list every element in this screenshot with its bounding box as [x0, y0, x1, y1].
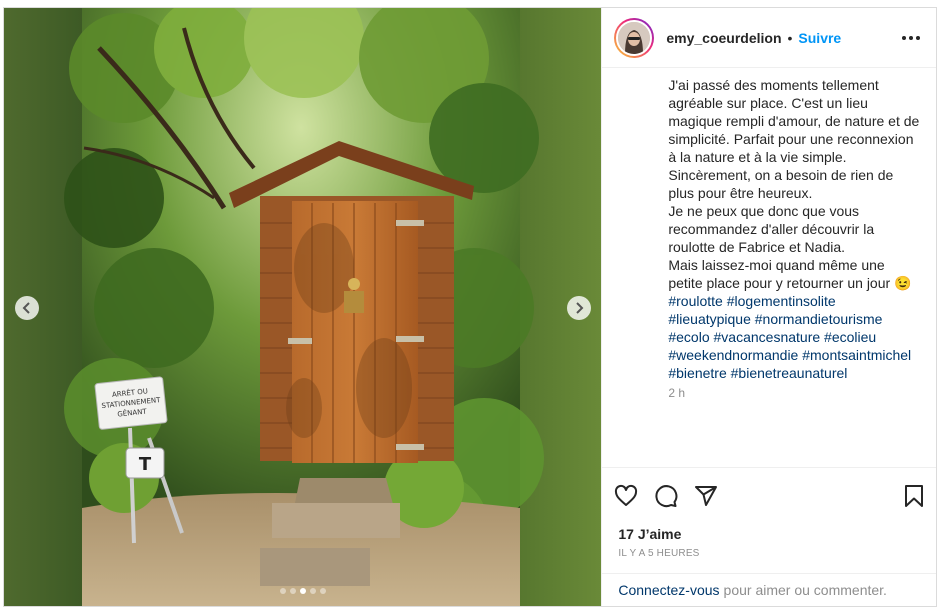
post-actions: 17 J’aime IL Y A 5 HEURES: [602, 467, 936, 559]
like-button[interactable]: [614, 476, 654, 516]
carousel-dot: [319, 588, 326, 594]
post-header: emy_coeurdelion • Suivre: [602, 8, 936, 68]
chevron-left-icon: [22, 302, 30, 314]
avatar-image: [616, 19, 653, 56]
save-button[interactable]: [884, 476, 924, 516]
carousel-indicator: [4, 588, 601, 594]
hashtag-link[interactable]: #normandietourisme: [755, 311, 883, 327]
paper-plane-icon: [695, 486, 718, 506]
chevron-right-icon: [576, 302, 584, 314]
post-side-panel: emy_coeurdelion • Suivre J'ai passé des …: [601, 8, 936, 606]
more-horizontal-icon: [902, 35, 906, 40]
action-bar: [614, 476, 924, 516]
post-photo: ARRÊT OU STATIONNEMENT GÊNANT T: [4, 8, 602, 606]
hashtag-link[interactable]: #vacancesnature: [714, 329, 821, 345]
post-dialog: ARRÊT OU STATIONNEMENT GÊNANT T emy_coeu…: [3, 7, 937, 607]
post-media: ARRÊT OU STATIONNEMENT GÊNANT T: [4, 8, 602, 606]
comment-icon: [655, 485, 678, 508]
carousel-dot: [279, 588, 286, 594]
caption-area: J'ai passé des moments tellement agréabl…: [602, 68, 936, 467]
hashtag-link[interactable]: #montsaintmichel: [802, 347, 911, 363]
hashtag-link[interactable]: #lieuatypique: [668, 311, 751, 327]
more-options-button[interactable]: [900, 30, 922, 46]
carousel-dot: [289, 588, 296, 594]
carousel-dot: [299, 588, 306, 594]
heart-icon: [615, 484, 638, 506]
hashtag-link[interactable]: #roulotte: [668, 293, 722, 309]
hashtag-link[interactable]: #bienetre: [668, 365, 726, 381]
caption-paragraph-2: Je ne peux que donc que vous recommandez…: [668, 203, 912, 291]
caption-paragraph-1: J'ai passé des moments tellement agréabl…: [668, 77, 924, 201]
login-prompt: Connectez-vous pour aimer ou commenter.: [602, 573, 936, 606]
bookmark-icon: [905, 485, 923, 507]
next-photo-button[interactable]: [567, 296, 591, 320]
like-count[interactable]: 17 J’aime: [614, 526, 924, 542]
username[interactable]: emy_coeurdelion: [666, 30, 781, 46]
hashtag-link[interactable]: #weekendnormandie: [668, 347, 798, 363]
comment-button[interactable]: [654, 476, 694, 516]
follow-button[interactable]: Suivre: [798, 30, 841, 46]
avatar[interactable]: [614, 17, 655, 58]
hashtag-list: #roulotte #logementinsolite #lieuatypiqu…: [668, 292, 920, 382]
login-link[interactable]: Connectez-vous: [618, 582, 719, 598]
stool-letter: T: [139, 454, 152, 475]
carousel-dot: [309, 588, 316, 594]
separator-dot: •: [787, 29, 793, 46]
login-prompt-text: pour aimer ou commenter.: [723, 582, 887, 598]
post-timestamp: IL Y A 5 HEURES: [618, 548, 700, 559]
previous-photo-button[interactable]: [15, 296, 39, 320]
caption: J'ai passé des moments tellement agréabl…: [668, 76, 920, 402]
share-button[interactable]: [694, 476, 734, 516]
hashtag-link[interactable]: #ecolieu: [824, 329, 876, 345]
caption-age: 2 h: [668, 386, 686, 400]
hashtag-link[interactable]: #bienetreaunaturel: [731, 365, 848, 381]
hashtag-link[interactable]: #logementinsolite: [727, 293, 836, 309]
hashtag-link[interactable]: #ecolo: [668, 329, 709, 345]
